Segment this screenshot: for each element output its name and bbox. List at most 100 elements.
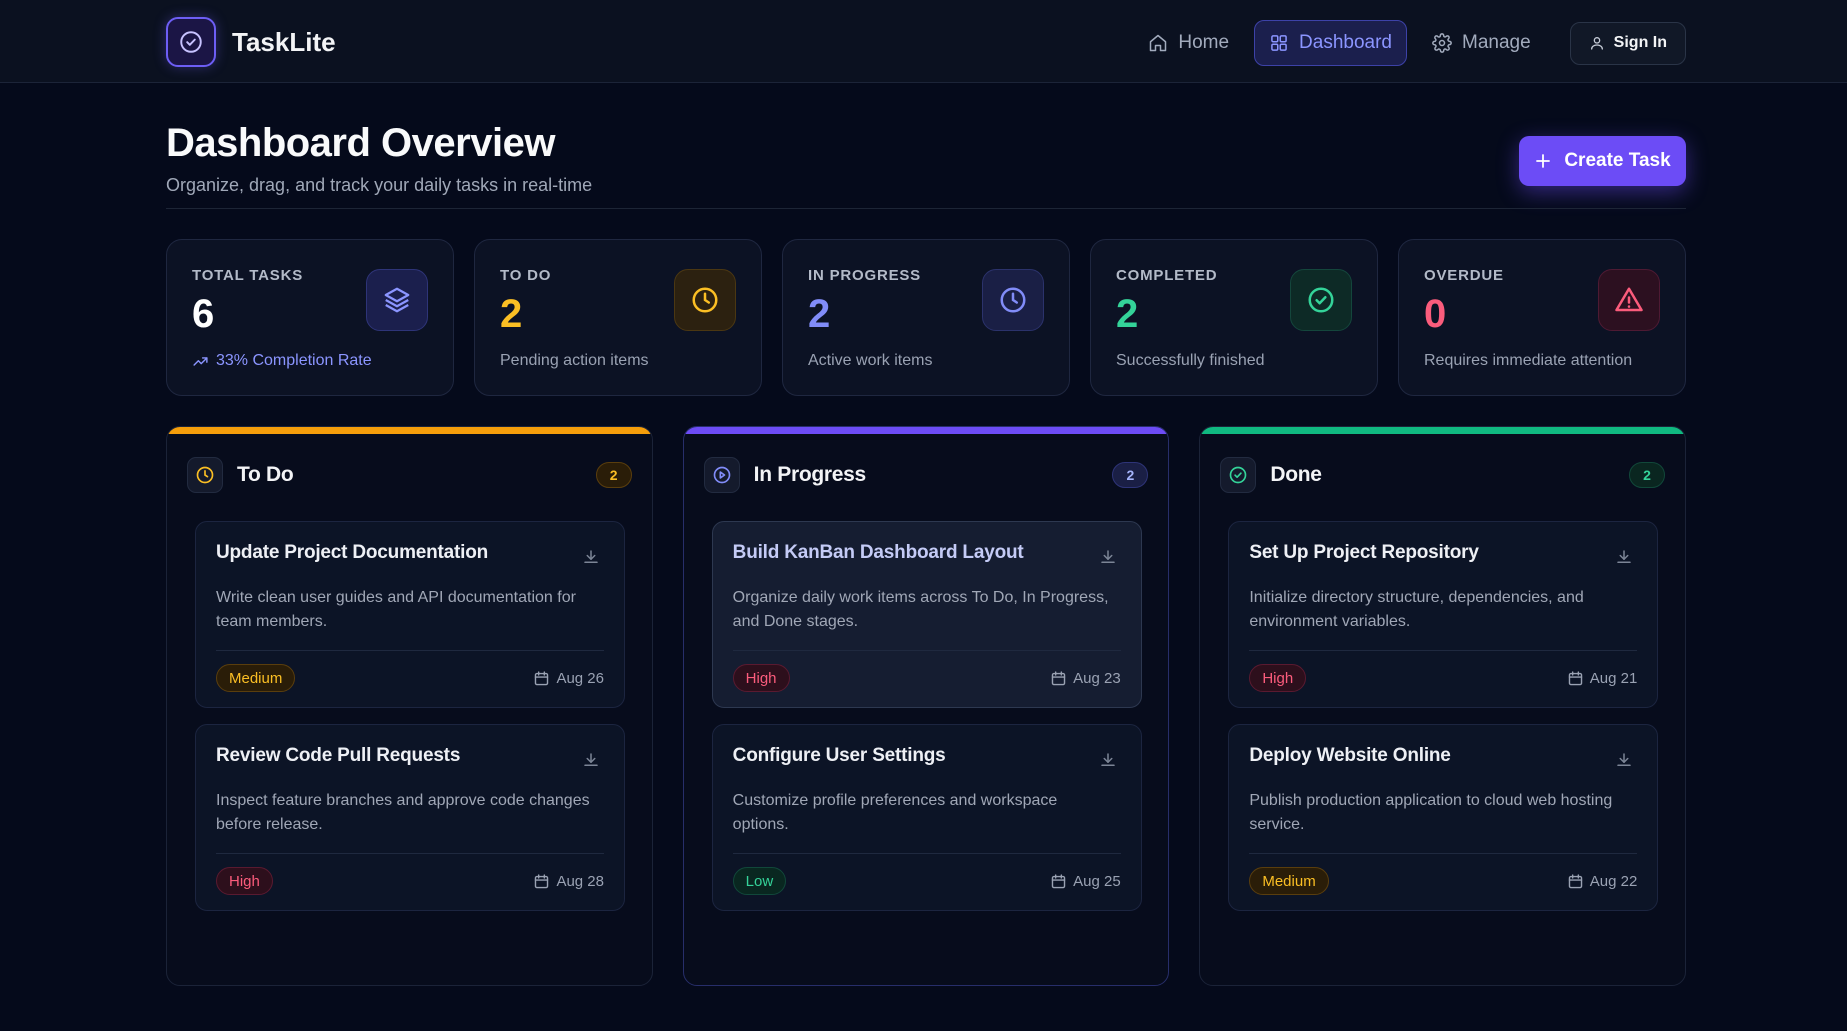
trending-up-icon xyxy=(193,356,208,366)
download-icon[interactable] xyxy=(1099,548,1117,566)
download-icon[interactable] xyxy=(1615,548,1633,566)
card-list: Build KanBan Dashboard Layout Organize d… xyxy=(711,521,1142,911)
stats-row: TOTAL TASKS 6 33% Completion Rate TO DO … xyxy=(166,239,1686,396)
priority-badge: High xyxy=(1249,664,1307,692)
task-card[interactable]: Update Project Documentation Write clean… xyxy=(195,521,625,708)
task-description: Organize daily work items across To Do, … xyxy=(732,589,1109,630)
plus-icon xyxy=(1536,154,1551,168)
task-card[interactable]: Deploy Website Online Publish production… xyxy=(1228,724,1659,911)
column-in-progress: In Progress 2 Build KanBan Dashboard Lay… xyxy=(682,426,1170,986)
task-card[interactable]: Build KanBan Dashboard Layout Organize d… xyxy=(711,521,1142,708)
column-header: In Progress 2 xyxy=(703,457,1149,493)
due-date: Aug 21 xyxy=(1567,664,1638,692)
download-icon[interactable] xyxy=(1615,751,1633,769)
nav-label: Dashboard xyxy=(1299,32,1392,53)
task-card[interactable]: Review Code Pull Requests Inspect featur… xyxy=(195,724,625,911)
nav-item-home[interactable]: Home xyxy=(1133,20,1244,66)
due-date-label: Aug 21 xyxy=(1589,669,1638,687)
page-title: Dashboard Overview xyxy=(166,121,555,165)
calendar-icon xyxy=(1567,670,1584,687)
stat-desc-row: 33% Completion Rate xyxy=(192,352,372,370)
download-icon[interactable] xyxy=(582,548,600,566)
sign-in-button[interactable]: Sign In xyxy=(1569,21,1686,65)
top-navbar: TaskLite Home Dashboard Manage Sign In xyxy=(0,0,1847,83)
sign-in-label: Sign In xyxy=(1613,34,1667,51)
create-task-button[interactable]: Create Task xyxy=(1519,136,1686,186)
stat-desc: 33% Completion Rate xyxy=(216,352,372,369)
task-description: Customize profile preferences and worksp… xyxy=(732,792,1058,833)
calendar-icon xyxy=(1050,873,1067,890)
card-divider xyxy=(216,650,604,651)
stat-card-overdue: OVERDUE 0 Requires immediate attention xyxy=(1398,239,1686,396)
task-title: Set Up Project Repository xyxy=(1249,542,1479,563)
task-description: Publish production application to cloud … xyxy=(1249,792,1613,833)
clock-icon xyxy=(674,269,736,331)
create-task-label: Create Task xyxy=(1564,150,1671,171)
app-name: TaskLite xyxy=(232,26,336,57)
due-date: Aug 26 xyxy=(533,664,604,692)
clock-icon xyxy=(187,457,223,493)
gear-icon xyxy=(1432,33,1452,53)
task-title: Update Project Documentation xyxy=(216,542,489,563)
stat-desc: Pending action items xyxy=(500,352,649,369)
stat-desc: Active work items xyxy=(808,352,933,369)
task-card[interactable]: Configure User Settings Customize profil… xyxy=(711,724,1142,911)
due-date-label: Aug 28 xyxy=(556,872,604,890)
kanban-board: To Do 2 Update Project Documentation Wri… xyxy=(166,426,1687,986)
card-divider xyxy=(1249,650,1638,651)
column-accent-bar xyxy=(683,427,1169,434)
task-description: Write clean user guides and API document… xyxy=(216,589,576,630)
clock-icon xyxy=(982,269,1044,331)
task-title: Review Code Pull Requests xyxy=(216,745,461,766)
column-count-badge: 2 xyxy=(595,462,632,488)
due-date-label: Aug 22 xyxy=(1589,872,1638,890)
stat-card-in-progress: IN PROGRESS 2 Active work items xyxy=(782,239,1070,396)
stat-desc: Requires immediate attention xyxy=(1424,352,1633,369)
due-date: Aug 25 xyxy=(1050,867,1121,895)
stat-desc: Successfully finished xyxy=(1116,352,1265,369)
card-divider xyxy=(732,853,1121,854)
priority-badge: High xyxy=(216,867,273,895)
task-title: Configure User Settings xyxy=(732,745,946,766)
column-header: To Do 2 xyxy=(187,457,632,493)
card-list: Set Up Project Repository Initialize dir… xyxy=(1228,521,1659,911)
home-icon xyxy=(1150,34,1167,52)
warning-icon xyxy=(1598,269,1660,331)
calendar-icon xyxy=(533,670,550,687)
download-icon[interactable] xyxy=(1099,751,1117,769)
card-divider xyxy=(732,650,1121,651)
card-divider xyxy=(1249,853,1638,854)
column-title: To Do xyxy=(237,463,294,486)
stat-card-todo: TO DO 2 Pending action items xyxy=(474,239,762,396)
header-divider xyxy=(166,208,1686,209)
nav-item-dashboard[interactable]: Dashboard xyxy=(1254,20,1407,66)
column-accent-bar xyxy=(167,427,652,434)
due-date: Aug 23 xyxy=(1050,664,1121,692)
stat-card-total: TOTAL TASKS 6 33% Completion Rate xyxy=(166,239,454,396)
play-circle-icon xyxy=(703,457,740,493)
download-icon[interactable] xyxy=(582,751,600,769)
user-icon xyxy=(1590,37,1603,50)
calendar-icon xyxy=(533,873,550,890)
card-divider xyxy=(216,853,604,854)
main-nav: Home Dashboard Manage Sign In xyxy=(1133,20,1686,66)
nav-label: Home xyxy=(1178,32,1230,53)
grid-icon xyxy=(1271,35,1287,51)
check-circle-icon xyxy=(1290,269,1352,331)
brand[interactable]: TaskLite xyxy=(166,17,336,67)
priority-badge: Medium xyxy=(1249,867,1329,895)
priority-badge: High xyxy=(732,664,790,692)
column-title: In Progress xyxy=(753,463,867,486)
priority-badge: Low xyxy=(732,867,787,895)
column-count-badge: 2 xyxy=(1629,462,1666,488)
page-subtitle: Organize, drag, and track your daily tas… xyxy=(166,175,593,195)
task-card[interactable]: Set Up Project Repository Initialize dir… xyxy=(1228,521,1659,708)
stat-card-completed: COMPLETED 2 Successfully finished xyxy=(1090,239,1378,396)
task-title: Deploy Website Online xyxy=(1249,745,1451,766)
due-date-label: Aug 25 xyxy=(1073,872,1121,890)
nav-item-manage[interactable]: Manage xyxy=(1417,20,1546,66)
task-description: Initialize directory structure, dependen… xyxy=(1249,589,1584,630)
due-date: Aug 28 xyxy=(533,867,604,895)
nav-label: Manage xyxy=(1462,32,1531,53)
layers-icon xyxy=(366,269,428,331)
